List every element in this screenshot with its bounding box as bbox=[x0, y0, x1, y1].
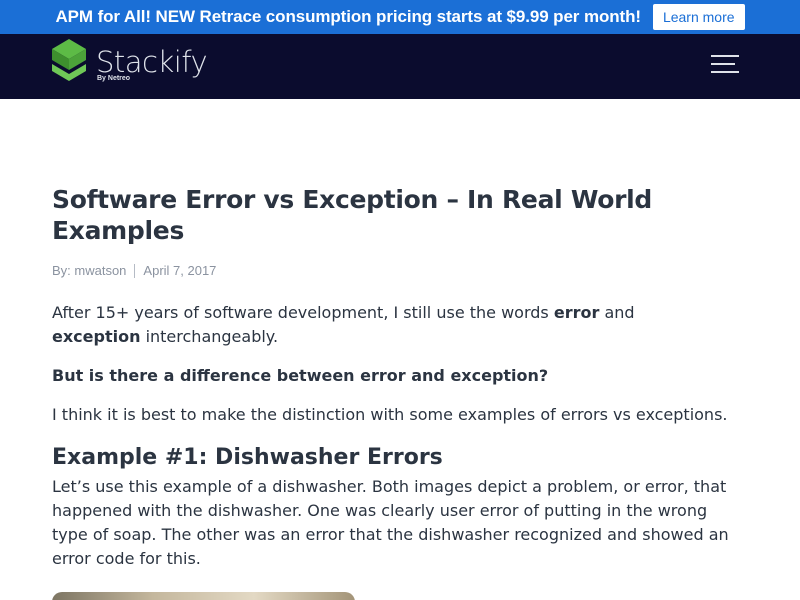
article-author[interactable]: By: mwatson bbox=[52, 263, 126, 278]
promo-text: APM for All! NEW Retrace consumption pri… bbox=[55, 7, 641, 26]
hamburger-menu-icon[interactable] bbox=[711, 55, 739, 75]
stackify-logo[interactable]: Stackify By Netreo bbox=[52, 39, 208, 87]
learn-more-button[interactable]: Learn more bbox=[652, 4, 745, 30]
article-meta: By: mwatson April 7, 2017 bbox=[52, 263, 752, 278]
keyword-exception: exception bbox=[52, 327, 141, 346]
thesis-paragraph: I think it is best to make the distincti… bbox=[52, 405, 728, 424]
section-paragraph: Let’s use this example of a dishwasher. … bbox=[52, 477, 729, 568]
article-title: Software Error vs Exception – In Real Wo… bbox=[52, 185, 652, 245]
logo-subtitle: By Netreo bbox=[97, 75, 131, 82]
question-paragraph: But is there a difference between error … bbox=[52, 366, 549, 385]
stackify-logo-icon bbox=[52, 39, 86, 81]
section-heading: Example #1: Dishwasher Errors bbox=[52, 445, 443, 470]
keyword-error: error bbox=[553, 303, 600, 322]
article-body: Software Error vs Exception – In Real Wo… bbox=[52, 184, 752, 571]
site-header: Stackify By Netreo bbox=[0, 34, 800, 99]
intro-paragraph: After 15+ years of software development,… bbox=[52, 303, 635, 346]
dishwasher-image bbox=[52, 592, 355, 600]
promo-bar: APM for All! NEW Retrace consumption pri… bbox=[0, 0, 800, 34]
logo-wordmark: Stackify bbox=[96, 45, 208, 79]
article-date: April 7, 2017 bbox=[143, 263, 217, 278]
meta-divider bbox=[134, 263, 136, 278]
